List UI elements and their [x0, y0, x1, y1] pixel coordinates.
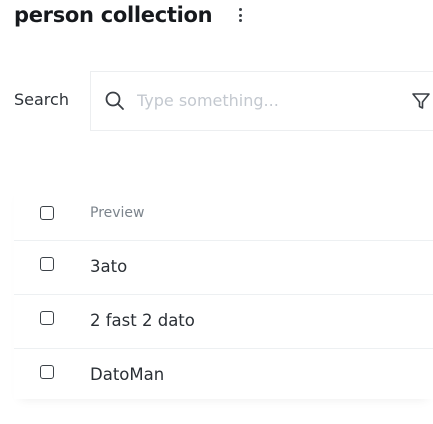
table-row[interactable]: DatoMan: [14, 348, 433, 402]
row-checkbox[interactable]: [40, 257, 54, 271]
column-header-preview: Preview: [90, 205, 145, 221]
more-vertical-icon[interactable]: [235, 5, 245, 25]
table-row[interactable]: 2 fast 2 dato: [14, 294, 433, 348]
search-label: Search: [14, 90, 69, 109]
records-table: Preview 3ato 2 fast 2 dato DatoMan: [14, 185, 433, 399]
page-header: person collection: [14, 0, 213, 30]
row-checkbox[interactable]: [40, 365, 54, 379]
table-row[interactable]: 3ato: [14, 240, 433, 294]
search-icon: [105, 91, 124, 110]
row-checkbox[interactable]: [40, 311, 54, 325]
table-header-row: Preview: [14, 185, 433, 240]
row-preview: DatoMan: [90, 365, 165, 384]
row-preview: 3ato: [90, 257, 128, 276]
page-title: person collection: [14, 3, 213, 27]
select-all-checkbox[interactable]: [40, 206, 54, 220]
filter-icon[interactable]: [410, 90, 432, 112]
search-input[interactable]: [137, 88, 402, 112]
row-preview: 2 fast 2 dato: [90, 311, 195, 330]
